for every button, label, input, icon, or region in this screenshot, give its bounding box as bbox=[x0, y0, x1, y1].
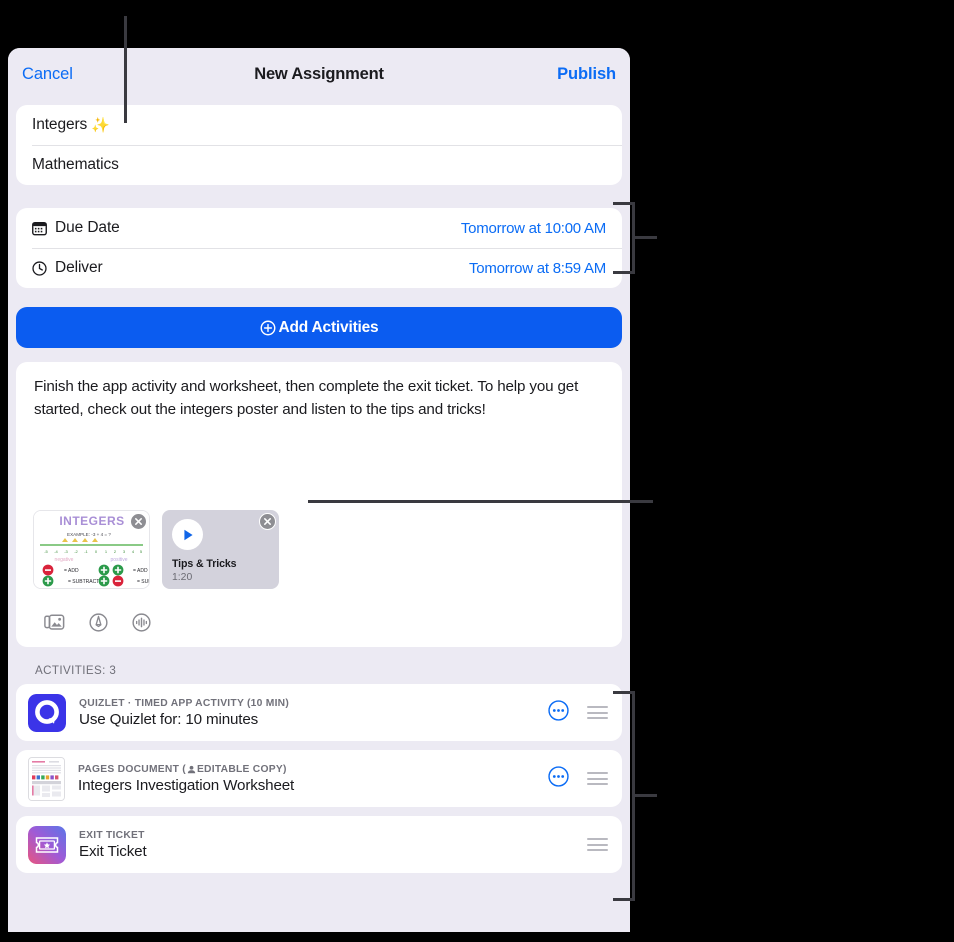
callout-line-instructions bbox=[308, 500, 653, 503]
deliver-label: Deliver bbox=[55, 259, 103, 276]
activity-row-pages-document[interactable]: PAGES DOCUMENT ( EDITABLE COPY) Integers… bbox=[16, 750, 622, 807]
calendar-icon bbox=[32, 221, 47, 236]
attachment-tips-and-tricks-video[interactable]: Tips & Tricks 1:20 bbox=[162, 510, 279, 589]
deliver-value[interactable]: Tomorrow at 8:59 AM bbox=[469, 260, 606, 277]
sparkles-icon: ✨ bbox=[91, 117, 110, 134]
activity-kicker: EXIT TICKET bbox=[79, 829, 145, 841]
markup-icon[interactable] bbox=[89, 613, 108, 637]
svg-text:positive: positive bbox=[111, 557, 128, 563]
cancel-button[interactable]: Cancel bbox=[22, 65, 73, 84]
activities-section-header: ACTIVITIES: 3 bbox=[35, 664, 117, 677]
attachment-integers-poster[interactable]: INTEGERS EXAMPLE: -3 + 4 = ? -5 -4 -3 -2 -1… bbox=[33, 510, 150, 589]
callout-line-title bbox=[124, 16, 127, 123]
due-date-row[interactable]: Due Date Tomorrow at 10:00 AM bbox=[16, 208, 622, 248]
remove-attachment-button[interactable] bbox=[130, 513, 147, 530]
svg-text:= ADD: = ADD bbox=[64, 568, 79, 574]
person-icon bbox=[187, 765, 196, 774]
instruction-attachments: INTEGERS EXAMPLE: -3 + 4 = ? -5 -4 -3 -2 -1… bbox=[33, 510, 279, 589]
svg-text:= SUBTRACT: = SUBTRACT bbox=[68, 579, 99, 585]
svg-text:EXAMPLE: -3 + 4 = ?: EXAMPLE: -3 + 4 = ? bbox=[67, 532, 111, 537]
activity-row-quizlet[interactable]: QUIZLET · TIMED APP ACTIVITY (10 MIN) Us… bbox=[16, 684, 622, 741]
video-title: Tips & Tricks bbox=[172, 558, 237, 570]
audio-recording-icon[interactable] bbox=[132, 613, 151, 637]
close-circle-icon bbox=[263, 517, 272, 526]
page-title: New Assignment bbox=[254, 64, 384, 83]
photo-library-icon[interactable] bbox=[44, 613, 65, 637]
quizlet-app-icon bbox=[28, 693, 66, 732]
activity-kicker: QUIZLET · TIMED APP ACTIVITY (10 MIN) bbox=[79, 697, 290, 709]
svg-text:negative: negative bbox=[55, 557, 74, 563]
assignment-title-value: Integers bbox=[32, 116, 88, 133]
callout-bracket-dates bbox=[613, 202, 635, 274]
callout-tail-activities bbox=[635, 794, 657, 797]
activity-title: Integers Investigation Worksheet bbox=[78, 776, 295, 794]
schedule-card: Due Date Tomorrow at 10:00 AM Deliver To… bbox=[16, 208, 622, 288]
activity-title: Exit Ticket bbox=[79, 842, 147, 860]
new-assignment-sheet: Cancel New Assignment Publish Integers ✨… bbox=[8, 48, 630, 932]
svg-text:= SUBTR: = SUBTR bbox=[137, 579, 149, 585]
remove-attachment-button[interactable] bbox=[259, 513, 276, 530]
more-circle-icon[interactable] bbox=[548, 765, 569, 792]
plus-circle-icon bbox=[260, 320, 276, 336]
video-duration: 1:20 bbox=[172, 572, 193, 583]
add-activities-button[interactable]: Add Activities bbox=[16, 307, 622, 348]
assignment-subject-value: Mathematics bbox=[32, 156, 119, 173]
pages-document-thumbnail bbox=[28, 756, 65, 801]
reorder-grip-icon[interactable] bbox=[587, 838, 608, 851]
activity-kicker-suffix: EDITABLE COPY) bbox=[196, 763, 287, 775]
assignment-details-card: Integers ✨ Mathematics bbox=[16, 105, 622, 185]
svg-text:= ADD: = ADD bbox=[133, 568, 148, 574]
navigation-bar: Cancel New Assignment Publish bbox=[8, 48, 630, 100]
assignment-subject-field[interactable]: Mathematics bbox=[16, 145, 622, 185]
due-date-value[interactable]: Tomorrow at 10:00 AM bbox=[461, 220, 606, 237]
activity-kicker: PAGES DOCUMENT ( EDITABLE COPY) bbox=[78, 764, 548, 775]
activity-row-exit-ticket[interactable]: EXIT TICKET Exit Ticket bbox=[16, 816, 622, 873]
play-icon[interactable] bbox=[172, 519, 203, 550]
activity-title: Use Quizlet for: 10 minutes bbox=[79, 710, 259, 728]
callout-bracket-activities bbox=[613, 691, 635, 901]
publish-button[interactable]: Publish bbox=[557, 65, 616, 84]
instructions-card: Finish the app activity and worksheet, t… bbox=[16, 362, 622, 647]
exit-ticket-icon bbox=[28, 825, 66, 864]
callout-tail-dates bbox=[635, 236, 657, 239]
add-activities-label: Add Activities bbox=[278, 318, 379, 336]
reorder-grip-icon[interactable] bbox=[587, 772, 608, 785]
assignment-title-field[interactable]: Integers ✨ bbox=[16, 105, 622, 145]
attachment-toolbar bbox=[44, 613, 151, 637]
activity-kicker-prefix: PAGES DOCUMENT ( bbox=[78, 763, 186, 775]
deliver-row[interactable]: Deliver Tomorrow at 8:59 AM bbox=[16, 248, 622, 288]
due-date-label: Due Date bbox=[55, 219, 120, 236]
clock-icon bbox=[32, 260, 47, 276]
reorder-grip-icon[interactable] bbox=[587, 706, 608, 719]
instructions-text[interactable]: Finish the app activity and worksheet, t… bbox=[16, 362, 622, 421]
more-circle-icon[interactable] bbox=[548, 699, 569, 726]
close-circle-icon bbox=[134, 517, 143, 526]
svg-text:INTEGERS: INTEGERS bbox=[59, 514, 124, 528]
